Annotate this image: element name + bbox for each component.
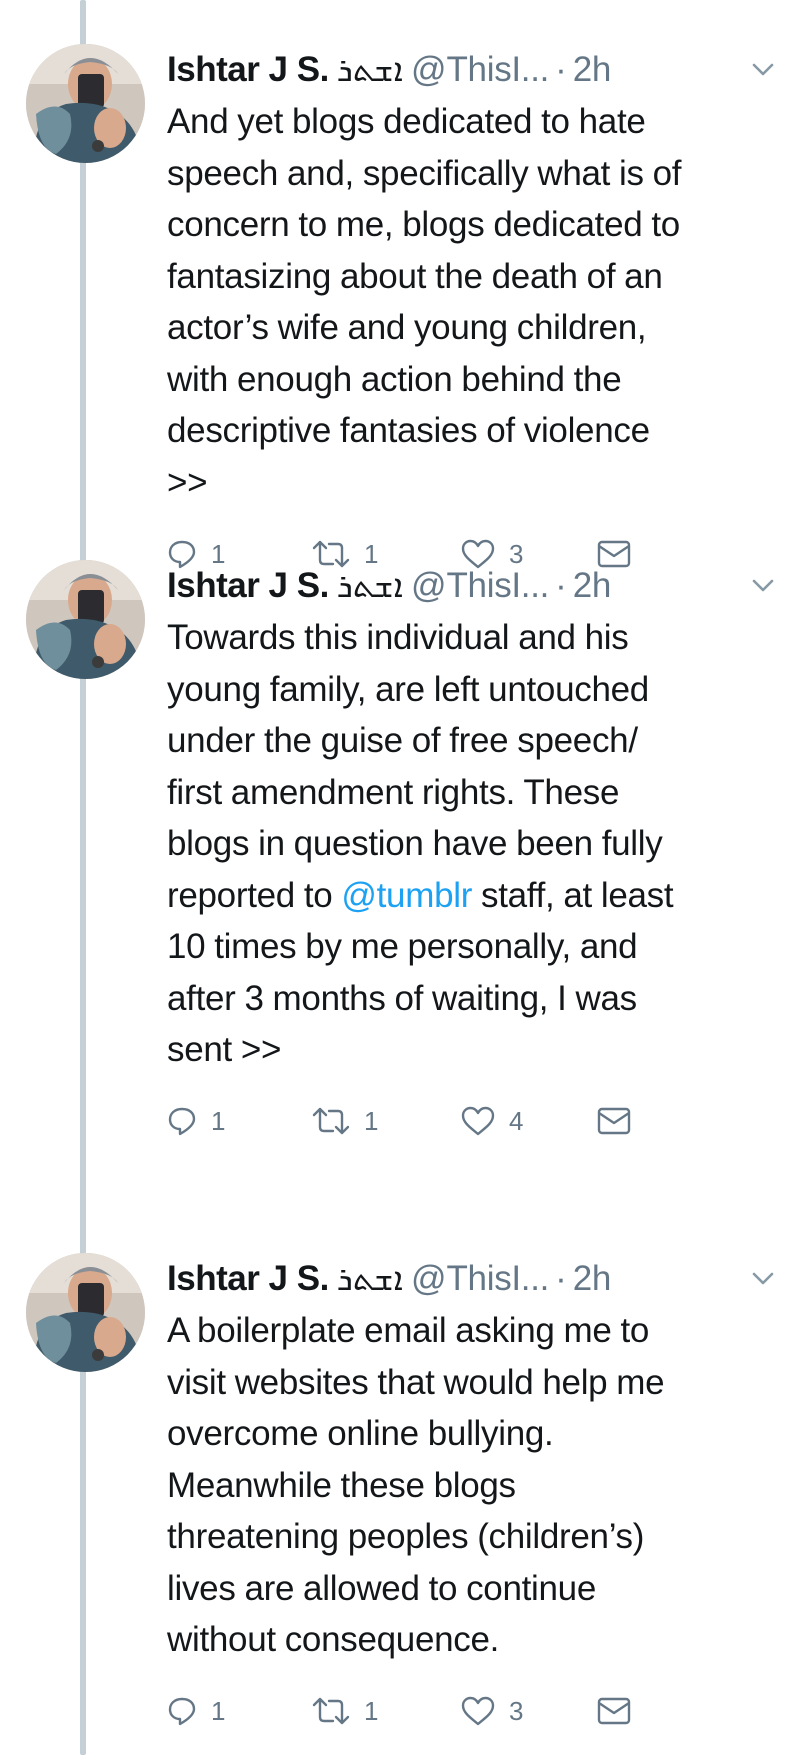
tweet-text-line: lives are allowed to continue: [167, 1568, 597, 1608]
chevron-down-icon[interactable]: [751, 576, 775, 596]
like-button[interactable]: 4: [461, 1091, 523, 1151]
tweet-text-line: without consequence.: [167, 1620, 500, 1659]
envelope-icon: [597, 1697, 631, 1725]
mention-suffix: staff, at least: [472, 875, 674, 915]
heart-icon: [461, 1696, 495, 1726]
separator: ·: [555, 1259, 567, 1298]
tweet-text-line: under the guise of free speech/: [167, 721, 638, 760]
mention-link[interactable]: @tumblr: [341, 876, 472, 915]
reply-count: 1: [211, 1105, 226, 1136]
tweet-text-line: threatening peoples (children’s): [167, 1517, 645, 1556]
tweet-text-line: reported to @tumblr staff, at least: [167, 870, 775, 922]
avatar[interactable]: [26, 44, 145, 163]
retweet-count: 1: [364, 1695, 379, 1726]
avatar[interactable]: [26, 560, 145, 679]
tweet-text-line: speech and, specifically what is of: [167, 153, 682, 193]
timestamp[interactable]: 2h: [573, 50, 612, 89]
separator: ·: [555, 566, 567, 605]
timestamp[interactable]: 2h: [573, 1259, 612, 1298]
retweet-button[interactable]: 1: [312, 1681, 378, 1741]
avatar-image: [26, 560, 145, 679]
tweet-text-line: >>: [167, 462, 208, 502]
author-script-name: ܐܫܬܪ: [336, 51, 403, 88]
like-count: 4: [509, 1105, 524, 1136]
tweet-text-line: first amendment rights. These: [167, 772, 620, 812]
chevron-down-icon[interactable]: [751, 60, 775, 80]
tweet-header: Ishtar J S. ܐܫܬܪ @ThisI... · 2h: [167, 1253, 775, 1305]
reply-icon: [168, 1697, 196, 1726]
thread-line: [80, 0, 86, 1755]
tweet-text-line: 10 times by me personally, and: [167, 927, 638, 966]
retweet-icon: [312, 1107, 350, 1135]
tweet-text-line: actor’s wife and young children,: [167, 308, 647, 347]
reply-count: 1: [211, 1695, 226, 1726]
tweet-text-line: And yet blogs dedicated to hate: [167, 102, 646, 141]
mention-prefix: reported to: [167, 875, 342, 915]
author-name[interactable]: Ishtar J S.: [167, 50, 329, 89]
reply-button[interactable]: 1: [167, 1681, 225, 1741]
like-count: 3: [509, 1695, 524, 1726]
retweet-button[interactable]: 1: [312, 1091, 378, 1151]
tweet-text-line: after 3 months of waiting, I was: [167, 978, 637, 1018]
timestamp[interactable]: 2h: [573, 566, 612, 605]
author-handle[interactable]: @ThisI...: [411, 50, 549, 89]
direct-message-button[interactable]: [597, 1681, 631, 1741]
tweet-text-line: sent >>: [167, 1030, 282, 1069]
tweet-text-line: descriptive fantasies of violence: [167, 411, 650, 450]
tweet-text-line: A boilerplate email asking me to: [167, 1311, 650, 1350]
tweet-header: Ishtar J S. ܐܫܬܪ @ThisI... · 2h: [167, 44, 775, 96]
reply-icon: [168, 1107, 196, 1136]
separator: ·: [555, 50, 567, 89]
tweet-text-line: fantasizing about the death of an: [167, 256, 663, 296]
tweet-text-line: Towards this individual and his: [167, 618, 629, 657]
reply-button[interactable]: 1: [167, 1091, 225, 1151]
author-name[interactable]: Ishtar J S.: [167, 1259, 329, 1298]
author-name[interactable]: Ishtar J S.: [167, 566, 329, 605]
tweet-text: And yet blogs dedicated to hate speech a…: [167, 96, 775, 508]
tweet-header: Ishtar J S. ܐܫܬܪ @ThisI... · 2h: [167, 560, 775, 612]
avatar-image: [26, 44, 145, 163]
direct-message-button[interactable]: [597, 1091, 631, 1151]
retweet-count: 1: [364, 1105, 379, 1136]
tweet-text-line: Meanwhile these blogs: [167, 1465, 516, 1505]
tweet-text-line: blogs in question have been fully: [167, 824, 663, 863]
retweet-icon: [312, 1697, 350, 1725]
like-button[interactable]: 3: [461, 1681, 523, 1741]
envelope-icon: [597, 1107, 631, 1135]
author-script-name: ܐܫܬܪ: [336, 567, 403, 604]
tweet-text-line: with enough action behind the: [167, 359, 622, 399]
author-handle[interactable]: @ThisI...: [411, 1259, 549, 1298]
heart-icon: [461, 1106, 495, 1136]
tweet-text-line: overcome online bullying.: [167, 1414, 554, 1453]
author-handle[interactable]: @ThisI...: [411, 566, 549, 605]
tweet-text-line: visit websites that would help me: [167, 1362, 665, 1402]
tweet-text: A boilerplate email asking me to visit w…: [167, 1305, 775, 1666]
avatar-image: [26, 1253, 145, 1372]
tweet-text: Towards this individual and his young fa…: [167, 612, 775, 1076]
tweet-text-line: concern to me, blogs dedicated to: [167, 205, 680, 244]
tweet-text-line: young family, are left untouched: [167, 669, 649, 709]
author-script-name: ܐܫܬܪ: [336, 1260, 403, 1297]
avatar[interactable]: [26, 1253, 145, 1372]
chevron-down-icon[interactable]: [751, 1269, 775, 1289]
